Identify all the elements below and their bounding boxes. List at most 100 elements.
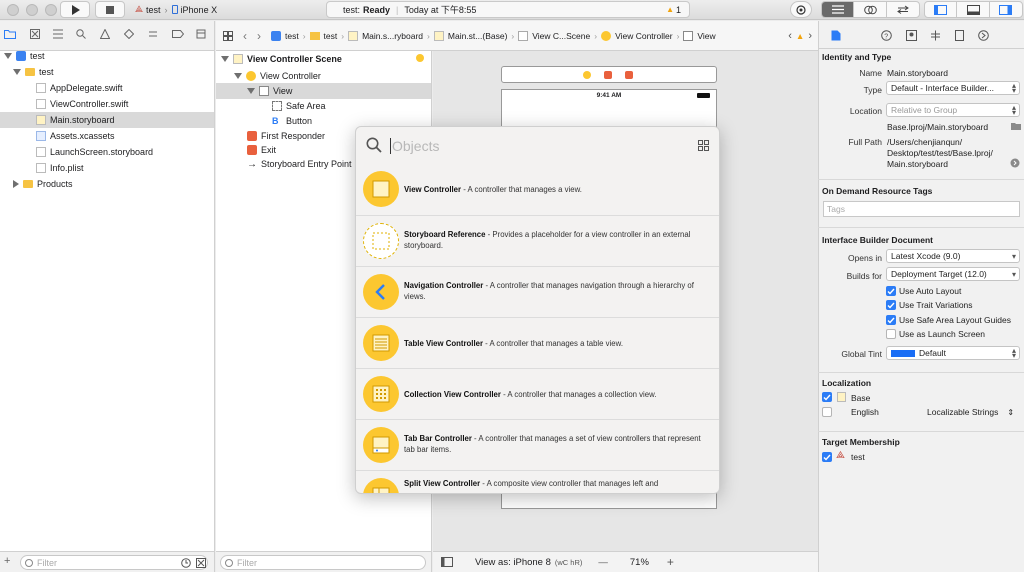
library-item-tab-bar-controller[interactable]: Tab Bar Controller - A controller that m… <box>356 419 719 470</box>
first-responder-icon[interactable] <box>604 71 612 79</box>
reveal-arrow-icon[interactable] <box>1010 158 1020 168</box>
zoom-window-button[interactable] <box>45 4 57 16</box>
file-inspector-icon[interactable] <box>831 30 841 41</box>
symbol-icon[interactable] <box>53 29 63 39</box>
crumb-storyboard[interactable]: Main.s...ryboard <box>348 30 423 41</box>
library-item-view-controller[interactable]: View Controller - A controller that mana… <box>356 164 719 215</box>
source-control-icon[interactable] <box>30 29 40 39</box>
library-item-text: Navigation Controller - A controller tha… <box>404 281 694 301</box>
localization-base-checkbox[interactable] <box>822 392 832 402</box>
nav-item-assets[interactable]: Assets.xcassets <box>0 128 214 144</box>
zoom-in-button[interactable]: + <box>667 555 674 569</box>
connections-inspector-icon[interactable] <box>978 30 989 41</box>
builds-for-popup[interactable]: Deployment Target (12.0) ▾ <box>886 267 1020 281</box>
minimize-window-button[interactable] <box>26 4 38 16</box>
view-as-label[interactable]: View as: iPhone 8 <box>475 557 551 568</box>
identity-inspector-icon[interactable] <box>906 30 917 41</box>
debug-icon[interactable] <box>148 29 158 39</box>
global-tint-popup[interactable]: Default ▴ ▾ <box>886 346 1020 360</box>
close-window-button[interactable] <box>7 4 19 16</box>
crumb-view-controller[interactable]: View Controller <box>601 30 673 41</box>
library-item-split-view-controller[interactable]: Split View Controller - A composite view… <box>356 470 719 493</box>
nav-item-project[interactable]: test <box>0 48 214 64</box>
library-button[interactable] <box>790 1 812 18</box>
warning-indicator[interactable]: ▲ 1 <box>666 5 681 15</box>
crumb-folder[interactable]: test <box>309 31 337 41</box>
issue-forward-button[interactable]: › <box>808 30 812 42</box>
tags-input[interactable]: Tags <box>823 201 1020 217</box>
test-icon[interactable] <box>124 29 134 39</box>
status-project: test: <box>343 4 361 15</box>
nav-item-main-storyboard[interactable]: Main.storyboard <box>0 112 214 128</box>
library-item-navigation-controller[interactable]: Navigation Controller - A controller tha… <box>356 266 719 317</box>
crumb-base[interactable]: Main.st...(Base) <box>433 30 507 41</box>
toggle-inspector-button[interactable] <box>990 2 1022 17</box>
help-inspector-icon[interactable]: ? <box>881 30 892 41</box>
source-control-filter-icon[interactable] <box>196 558 206 568</box>
nav-item-group-test[interactable]: test <box>0 64 214 80</box>
view-controller-icon[interactable] <box>583 71 591 79</box>
type-popup[interactable]: Default - Interface Builder... ▴ ▾ <box>886 81 1020 95</box>
library-item-storyboard-reference[interactable]: Storyboard Reference - Provides a placeh… <box>356 215 719 266</box>
localization-english-checkbox[interactable] <box>822 407 832 417</box>
nav-item-viewcontroller[interactable]: ViewController.swift <box>0 96 214 112</box>
crumb-scene[interactable]: View C...Scene <box>518 30 590 41</box>
navigator-filter-input[interactable]: Filter <box>20 555 208 570</box>
issue-icon[interactable] <box>100 29 110 39</box>
zoom-level[interactable]: 71% <box>630 557 649 568</box>
outline-scene[interactable]: View Controller Scene <box>216 51 431 67</box>
library-item-table-view-controller[interactable]: Table View Controller - A controller tha… <box>356 317 719 368</box>
tab-bar-controller-icon <box>363 427 399 463</box>
crumb-project[interactable]: test <box>271 30 299 41</box>
issue-back-button[interactable]: ‹ <box>788 30 792 42</box>
nav-item-launchscreen[interactable]: LaunchScreen.storyboard <box>0 144 214 160</box>
nav-item-products[interactable]: Products <box>0 176 214 192</box>
related-items-button[interactable] <box>223 30 233 41</box>
tint-swatch <box>891 349 915 357</box>
stop-button[interactable] <box>95 1 125 18</box>
toggle-debug-area-button[interactable] <box>957 2 990 17</box>
assistant-editor-button[interactable] <box>854 2 887 17</box>
exit-icon[interactable] <box>625 71 633 79</box>
show-outline-icon[interactable] <box>441 557 453 567</box>
type-value: Default - Interface Builder... <box>891 83 994 93</box>
launch-screen-checkbox[interactable] <box>886 329 896 339</box>
outline-safe-area[interactable]: Safe Area <box>216 98 431 114</box>
attributes-inspector-icon[interactable] <box>930 30 941 41</box>
zoom-out-button[interactable]: — <box>598 557 608 568</box>
library-item-collection-view-controller[interactable]: Collection View Controller - A controlle… <box>356 368 719 419</box>
standard-editor-button[interactable] <box>822 2 855 17</box>
target-test-checkbox[interactable] <box>822 452 832 462</box>
safe-area-guides-checkbox[interactable] <box>886 315 896 325</box>
run-button[interactable] <box>60 1 90 18</box>
divider <box>818 431 1024 432</box>
folder-icon[interactable] <box>1011 122 1021 130</box>
add-icon[interactable]: + <box>4 555 10 567</box>
outline-filter-input[interactable]: Filter <box>220 555 426 570</box>
find-icon[interactable] <box>76 29 86 39</box>
localization-english-type[interactable]: Localizable Strings ⇕ <box>927 407 1014 417</box>
opens-in-popup[interactable]: Latest Xcode (9.0) ▾ <box>886 249 1020 263</box>
size-inspector-icon[interactable] <box>955 30 964 41</box>
launch-screen-label: Use as Launch Screen <box>899 329 985 339</box>
forward-button[interactable]: › <box>257 29 261 43</box>
recent-files-icon[interactable] <box>181 558 191 568</box>
outline-view[interactable]: View <box>216 83 431 99</box>
auto-layout-checkbox[interactable] <box>886 286 896 296</box>
scheme-selector[interactable]: ⟁ test › iPhone X <box>135 4 217 15</box>
toggle-navigator-button[interactable] <box>925 2 958 17</box>
version-editor-button[interactable] <box>887 2 919 17</box>
grid-view-icon[interactable] <box>698 140 709 151</box>
library-search-input[interactable]: Objects <box>390 135 680 157</box>
outline-view-controller[interactable]: View Controller <box>216 68 431 84</box>
report-icon[interactable] <box>196 29 206 39</box>
location-popup[interactable]: Relative to Group ▴ ▾ <box>886 103 1020 117</box>
folder-icon[interactable] <box>4 29 16 39</box>
breakpoint-icon[interactable] <box>172 29 184 39</box>
crumb-view[interactable]: View <box>683 30 716 41</box>
back-button[interactable]: ‹ <box>243 29 247 43</box>
nav-item-appdelegate[interactable]: AppDelegate.swift <box>0 80 214 96</box>
trait-variations-checkbox[interactable] <box>886 300 896 310</box>
plist-file-icon <box>36 163 46 173</box>
nav-item-infoplist[interactable]: Info.plist <box>0 160 214 176</box>
